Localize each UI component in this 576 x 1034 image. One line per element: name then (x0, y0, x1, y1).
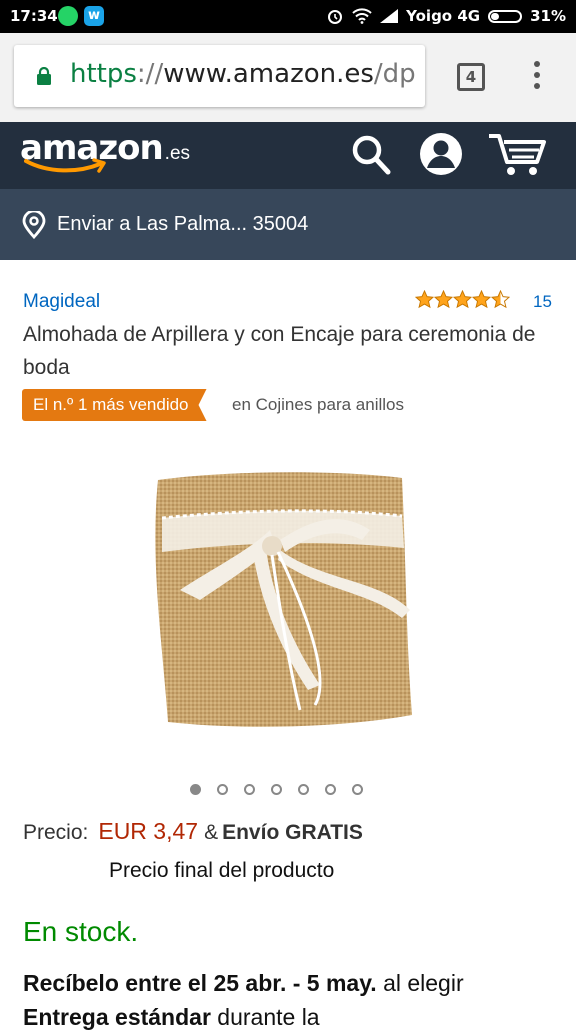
star-rating[interactable] (415, 290, 510, 309)
whatsapp-icon (58, 6, 78, 26)
delivery-method: Entrega estándar (23, 1004, 211, 1030)
browser-menu-button[interactable] (532, 61, 542, 95)
star-icon (453, 290, 472, 309)
browser-toolbar: https://www.amazon.es/dp 4 (0, 33, 576, 122)
price-label: Precio: (23, 821, 89, 844)
url-scheme: https (70, 59, 137, 89)
image-carousel-dots[interactable] (190, 784, 363, 795)
url-text: https://www.amazon.es/dp (70, 59, 416, 89)
carousel-dot[interactable] (325, 784, 336, 795)
account-icon[interactable] (419, 132, 463, 176)
url-separator: :// (136, 59, 164, 89)
best-seller-label: El n.º 1 más vendido (22, 389, 207, 421)
app-w-icon: w (84, 6, 104, 26)
status-bar: 17:34 w Yoigo 4G 31% (0, 0, 576, 33)
amazon-header: amazon .es (0, 122, 576, 189)
alarm-icon (328, 10, 343, 24)
price-value: EUR 3,47 (98, 818, 199, 844)
carousel-dot[interactable] (271, 784, 282, 795)
carrier-label: Yoigo 4G (406, 7, 481, 25)
best-seller-category[interactable]: en Cojines para anillos (232, 395, 404, 415)
carousel-dot[interactable] (190, 784, 201, 795)
url-bar[interactable]: https://www.amazon.es/dp (14, 45, 425, 107)
price-row: Precio: EUR 3,47 & Envío GRATIS (23, 818, 363, 845)
battery-percent: 31% (530, 7, 566, 25)
star-icon (472, 290, 491, 309)
product-title: Almohada de Arpillera y con Encaje para … (23, 323, 536, 379)
url-host: www.amazon.es (163, 59, 374, 89)
signal-icon (380, 9, 399, 23)
brand-link[interactable]: Magideal (23, 291, 100, 313)
star-icon (415, 290, 434, 309)
stock-status: En stock. (23, 916, 139, 947)
price-ampersand: & (204, 821, 219, 844)
delivery-text-tail: durante la (210, 1004, 320, 1030)
url-path: /dp (373, 59, 416, 89)
search-icon[interactable] (350, 132, 392, 176)
amazon-smile-icon (24, 158, 106, 173)
lock-icon (37, 67, 51, 85)
tabs-count-button[interactable]: 4 (457, 63, 485, 91)
carousel-dot[interactable] (217, 784, 228, 795)
half-star-icon (491, 290, 510, 309)
cart-icon[interactable] (487, 130, 549, 178)
status-time: 17:34 (10, 7, 58, 25)
rating-count-link[interactable]: 15 (533, 292, 552, 312)
wifi-icon (352, 8, 372, 24)
delivery-date-range: Recíbelo entre el 25 abr. - 5 may. (23, 970, 377, 996)
logo-tld: .es (164, 143, 191, 164)
final-price-note: Precio final del producto (109, 859, 335, 882)
carousel-dot[interactable] (244, 784, 255, 795)
carousel-dot[interactable] (352, 784, 363, 795)
carousel-dot[interactable] (298, 784, 309, 795)
delivery-text: al elegir (376, 970, 464, 996)
delivery-location-bar[interactable]: Enviar a Las Palma... 35004 (0, 189, 576, 260)
star-icon (434, 290, 453, 309)
product-image[interactable] (140, 460, 430, 750)
battery-icon (488, 9, 523, 23)
status-right: Yoigo 4G 31% (326, 7, 566, 25)
location-pin-icon (22, 211, 46, 239)
free-shipping-label: Envío GRATIS (222, 821, 363, 844)
delivery-location-text: Enviar a Las Palma... 35004 (57, 213, 309, 235)
